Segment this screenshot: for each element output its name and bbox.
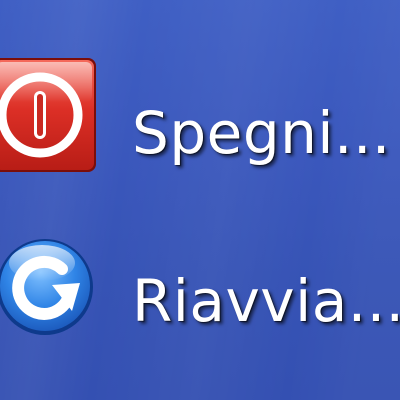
restart-option[interactable]: Riavvia...: [0, 225, 400, 355]
shutdown-option[interactable]: Spegni...: [0, 55, 400, 185]
shutdown-label: Spegni...: [132, 99, 391, 167]
shutdown-menu: Spegni... Riavvia...: [0, 0, 400, 400]
restart-icon: [0, 225, 100, 345]
restart-label: Riavvia...: [132, 267, 400, 335]
power-icon: [0, 55, 100, 175]
